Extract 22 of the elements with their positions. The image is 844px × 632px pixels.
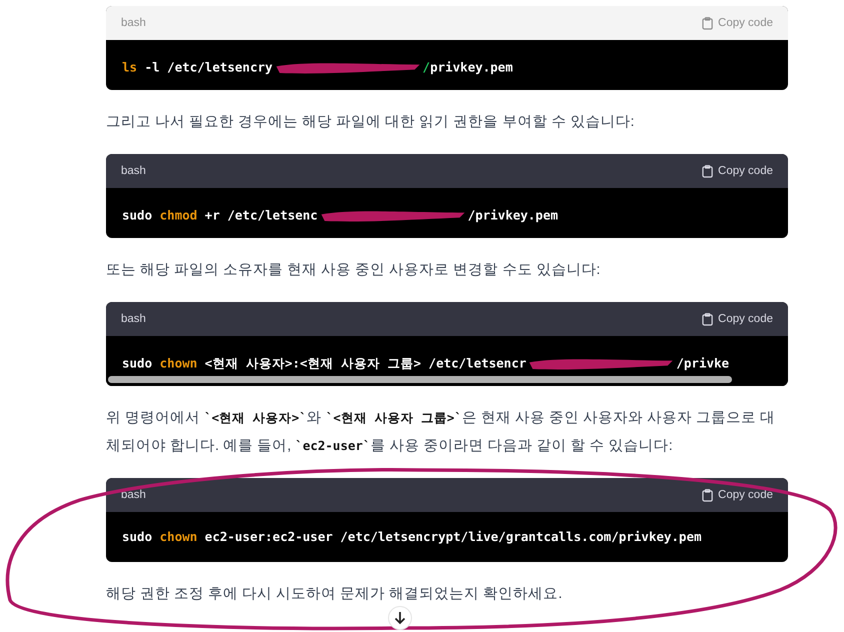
language-label: bash bbox=[121, 313, 146, 325]
language-label: bash bbox=[121, 489, 146, 501]
clipboard-icon bbox=[702, 312, 714, 326]
language-label: bash bbox=[121, 165, 146, 177]
clipboard-icon bbox=[702, 488, 714, 502]
code-line: sudo chmod +r /etc/letsenc /privkey.pem bbox=[106, 188, 788, 238]
clipboard-icon bbox=[702, 16, 714, 30]
code-line: sudo chown <현재 사용자>:<현재 사용자 그룹> /etc/letsencr /privke bbox=[106, 336, 788, 376]
paragraph: 위 명령어에서 `<현재 사용자>`와 `<현재 사용자 그룹>`은 현재 사용 중인 사용자와 사용자 그룹으로 대체되어야 합니다. 예를 들어, `ec2-user`를 사용 중이라면 다음과 같이 할 수 있습니다: bbox=[106, 409, 776, 456]
down-arrow-icon bbox=[394, 611, 406, 625]
copy-code-button[interactable]: Copy code bbox=[702, 312, 773, 326]
paragraph: 또는 해당 파일의 소유자를 현재 사용 중인 사용자로 변경할 수도 있습니다: bbox=[106, 261, 602, 280]
code-line: ls -l /etc/letsencry /privkey.pem bbox=[106, 40, 788, 90]
paragraph: 그리고 나서 필요한 경우에는 해당 파일에 대한 읽기 권한을 부여할 수 있습니다: bbox=[106, 113, 636, 132]
language-label: bash bbox=[121, 17, 146, 29]
copy-code-button[interactable]: Copy code bbox=[702, 164, 773, 178]
horizontal-scrollbar[interactable] bbox=[108, 376, 732, 383]
code-line: sudo chown ec2-user:ec2-user /etc/letsencrypt/live/grantcalls.com/privkey.pem bbox=[121, 528, 702, 546]
paragraph: 해당 권한 조정 후에 다시 시도하여 문제가 해결되었는지 확인하세요. bbox=[106, 585, 564, 604]
copy-code-button[interactable]: Copy code bbox=[702, 488, 773, 502]
clipboard-icon bbox=[702, 164, 714, 178]
scroll-down-button[interactable] bbox=[388, 606, 412, 630]
